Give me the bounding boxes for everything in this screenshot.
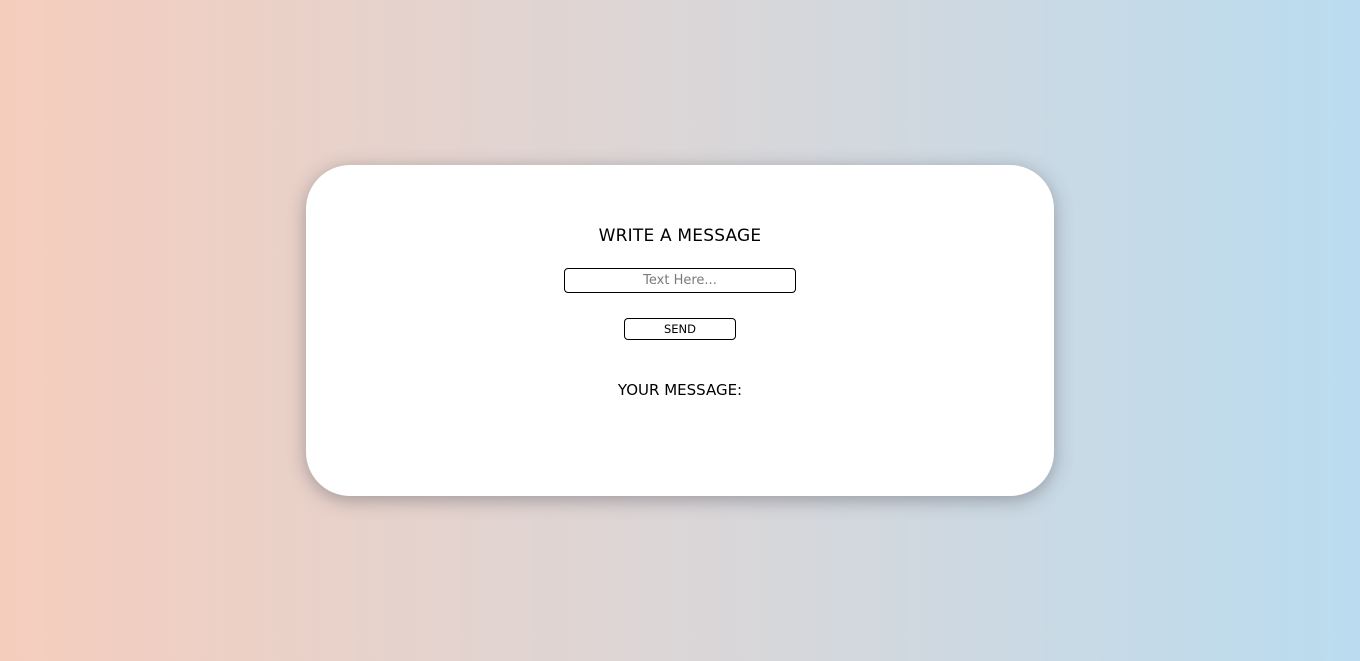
page-title: WRITE A MESSAGE xyxy=(598,226,762,246)
message-input[interactable] xyxy=(564,268,796,293)
your-message-label: YOUR MESSAGE: xyxy=(617,381,743,399)
send-button[interactable]: SEND xyxy=(624,318,736,340)
message-output xyxy=(306,405,1054,423)
message-card: WRITE A MESSAGE SEND YOUR MESSAGE: xyxy=(306,165,1054,496)
